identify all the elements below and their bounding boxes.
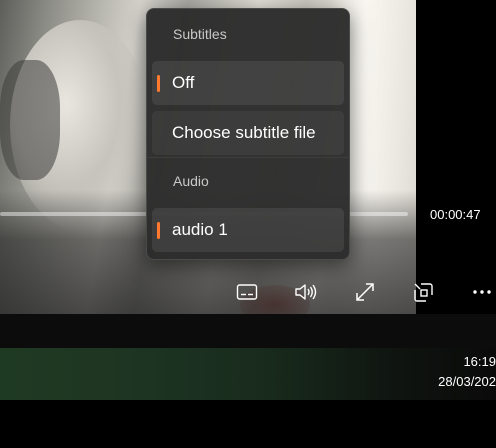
fullscreen-button[interactable] (353, 280, 377, 304)
taskbar-clock[interactable]: 16:19 28/03/202 (376, 352, 496, 392)
mini-view-icon (412, 281, 434, 303)
volume-icon (294, 282, 318, 302)
current-time: 00:00:47 (430, 207, 481, 222)
subtitle-off-label: Off (172, 73, 195, 92)
selected-indicator (157, 75, 160, 92)
selected-indicator (157, 222, 160, 239)
menu-divider (147, 157, 349, 158)
right-panel (416, 0, 496, 314)
audio-header: Audio (173, 173, 209, 189)
choose-subtitle-file-option[interactable]: Choose subtitle file (152, 111, 344, 155)
volume-button[interactable] (294, 280, 318, 304)
fullscreen-icon (354, 281, 376, 303)
subtitles-audio-menu: Subtitles Off Choose subtitle file Audio… (146, 8, 350, 260)
audio-track-label: audio 1 (172, 220, 228, 239)
audio-track-option[interactable]: audio 1 (152, 208, 344, 252)
mini-view-button[interactable] (411, 280, 435, 304)
video-content-shadow (0, 60, 60, 180)
choose-subtitle-file-label: Choose subtitle file (172, 123, 316, 142)
subtitle-off-option[interactable]: Off (152, 61, 344, 105)
player-footer (0, 314, 496, 348)
taskbar-date: 28/03/202 (438, 374, 496, 389)
subtitles-button[interactable] (235, 280, 259, 304)
taskbar-time: 16:19 (463, 354, 496, 369)
more-icon (471, 289, 493, 295)
subtitles-icon (236, 283, 258, 301)
subtitles-header: Subtitles (173, 26, 227, 42)
more-button[interactable] (470, 280, 494, 304)
